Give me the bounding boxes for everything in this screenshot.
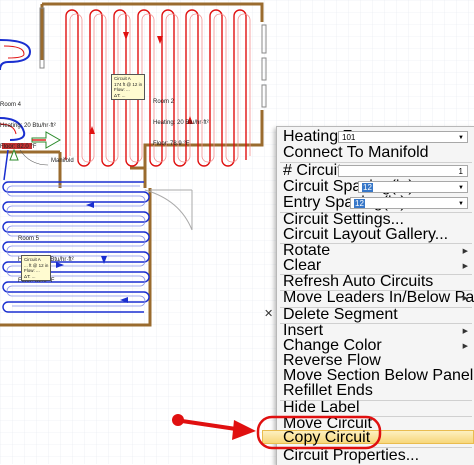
menu-item-hide-label[interactable]: Hide Label bbox=[283, 400, 360, 416]
context-menu-items: Heating Zone: 101 ▼ Connect To Manifold … bbox=[276, 126, 474, 464]
room4-label: Room 4 Heating: 20 Btu/hr·ft² Floor: 82.… bbox=[0, 102, 56, 150]
menu-item-reverse-flow[interactable]: Reverse Flow bbox=[283, 353, 381, 369]
menu-item-label: Move Leaders In/Below Panel bbox=[283, 289, 474, 306]
menu-item-refresh[interactable]: Refresh Auto Circuits bbox=[283, 274, 433, 290]
menu-item-rotate[interactable]: Rotate bbox=[283, 243, 467, 259]
circuits-input[interactable]: 1 bbox=[338, 165, 468, 177]
menu-item-insert[interactable]: Insert bbox=[283, 323, 467, 339]
circuit-tag[interactable]: Circuit A 174 ft @ 12 in Flow: ... ΔT: .… bbox=[111, 74, 146, 100]
menu-item-copy-circuit[interactable]: Copy Circuit bbox=[283, 430, 370, 446]
chevron-right-icon: ▶ bbox=[462, 248, 468, 255]
menu-item-clear[interactable]: Clear bbox=[283, 257, 467, 274]
menu-item-circuit-settings[interactable]: Circuit Settings... bbox=[283, 212, 404, 228]
menu-item-label: Clear bbox=[283, 257, 322, 274]
chevron-right-icon: ▶ bbox=[462, 343, 468, 350]
chevron-down-icon: ▼ bbox=[458, 135, 464, 141]
entry-spacing-value: 12 bbox=[354, 199, 365, 208]
menu-item-move-leaders[interactable]: Move Leaders In/Below Panel bbox=[283, 290, 474, 306]
menu-item-change-color[interactable]: Change Color bbox=[283, 338, 467, 354]
circuit-tag[interactable]: Circuit A ... ft @ 12 in Flow: ... ΔT: .… bbox=[21, 255, 52, 281]
chevron-down-icon: ▼ bbox=[458, 201, 464, 207]
circuit-spacing-value: 12 bbox=[362, 183, 373, 192]
chevron-right-icon: ▶ bbox=[462, 328, 468, 335]
room2-label: Room 2 Heating: 20 Btu/hr·ft² Floor: 78.… bbox=[153, 99, 209, 147]
chevron-right-icon: ▶ bbox=[462, 263, 468, 270]
heating-zone-value: 101 bbox=[342, 133, 356, 142]
close-icon[interactable]: ✕ bbox=[264, 307, 273, 320]
chevron-right-icon: ▶ bbox=[462, 295, 468, 302]
circuits-value: 1 bbox=[458, 167, 463, 176]
chevron-down-icon: ▼ bbox=[458, 185, 464, 191]
menu-item-delete-segment[interactable]: Delete Segment bbox=[283, 307, 398, 323]
manifold-label: Manifold bbox=[51, 158, 74, 164]
entry-spacing-dropdown[interactable]: 12 ▼ bbox=[350, 197, 468, 209]
circuit-spacing-dropdown[interactable]: 12 ▼ bbox=[358, 181, 468, 193]
menu-item-connect[interactable]: Connect To Manifold bbox=[283, 145, 429, 161]
menu-item-circuit-properties[interactable]: Circuit Properties... bbox=[283, 448, 419, 464]
menu-item-layout-gallery[interactable]: Circuit Layout Gallery... bbox=[283, 227, 448, 243]
heating-zone-dropdown[interactable]: 101 ▼ bbox=[338, 131, 468, 143]
menu-item-refillet[interactable]: Refillet Ends bbox=[283, 383, 373, 399]
menu-item-move-section[interactable]: Move Section Below Panel bbox=[283, 368, 473, 384]
